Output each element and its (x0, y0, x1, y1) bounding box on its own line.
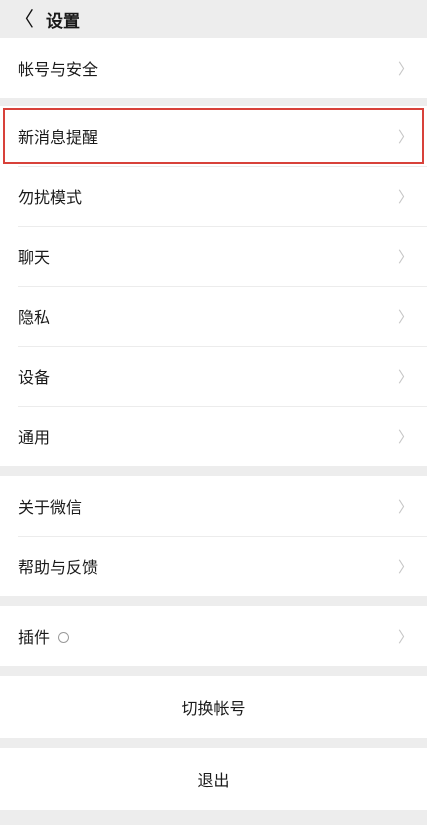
chevron-right-icon: 〉 (397, 627, 413, 646)
chevron-right-icon: 〉 (397, 497, 413, 516)
settings-item-label: 新消息提醒 (18, 128, 99, 147)
settings-item-about-wechat[interactable]: 关于微信 〉 (0, 476, 427, 536)
settings-item-label: 勿扰模式 (18, 188, 83, 207)
settings-item-label: 关于微信 (18, 498, 83, 517)
settings-item-label: 通用 (18, 428, 51, 447)
settings-item-label: 设备 (18, 368, 51, 387)
chevron-right-icon: 〉 (397, 307, 413, 326)
settings-item-label: 插件 (18, 624, 398, 648)
chevron-right-icon: 〉 (397, 127, 413, 146)
back-chevron-icon[interactable]: 〈 (14, 9, 34, 29)
settings-item-privacy[interactable]: 隐私 〉 (0, 286, 427, 346)
settings-item-label: 帮助与反馈 (18, 558, 99, 577)
plugin-indicator-icon (58, 632, 70, 643)
settings-item-label: 隐私 (18, 308, 51, 327)
nav-bar: 〈 设置 (0, 0, 427, 38)
logout-button[interactable]: 退出 (0, 748, 427, 810)
group-plugins: 插件 〉 (0, 606, 427, 666)
plugins-label: 插件 (18, 628, 51, 647)
settings-item-general[interactable]: 通用 〉 (0, 406, 427, 466)
chevron-right-icon: 〉 (397, 247, 413, 266)
page-title: 设置 (46, 11, 80, 32)
settings-item-label: 帐号与安全 (18, 60, 99, 79)
settings-item-account-security[interactable]: 帐号与安全 〉 (0, 38, 427, 98)
switch-account-button[interactable]: 切换帐号 (0, 676, 427, 738)
settings-item-do-not-disturb[interactable]: 勿扰模式 〉 (0, 166, 427, 226)
chevron-right-icon: 〉 (397, 367, 413, 386)
group-about: 关于微信 〉 帮助与反馈 〉 (0, 476, 427, 596)
chevron-right-icon: 〉 (397, 59, 413, 78)
settings-item-plugins[interactable]: 插件 〉 (0, 606, 427, 666)
group-account: 帐号与安全 〉 (0, 38, 427, 98)
chevron-right-icon: 〉 (397, 187, 413, 206)
settings-item-help-feedback[interactable]: 帮助与反馈 〉 (0, 536, 427, 596)
settings-item-devices[interactable]: 设备 〉 (0, 346, 427, 406)
settings-item-new-message-alerts[interactable]: 新消息提醒 〉 (0, 106, 427, 166)
chevron-right-icon: 〉 (397, 557, 413, 576)
settings-item-chat[interactable]: 聊天 〉 (0, 226, 427, 286)
settings-item-label: 聊天 (18, 248, 51, 267)
group-main: 新消息提醒 〉 勿扰模式 〉 聊天 〉 隐私 〉 设备 〉 通用 〉 (0, 106, 427, 466)
chevron-right-icon: 〉 (397, 427, 413, 446)
